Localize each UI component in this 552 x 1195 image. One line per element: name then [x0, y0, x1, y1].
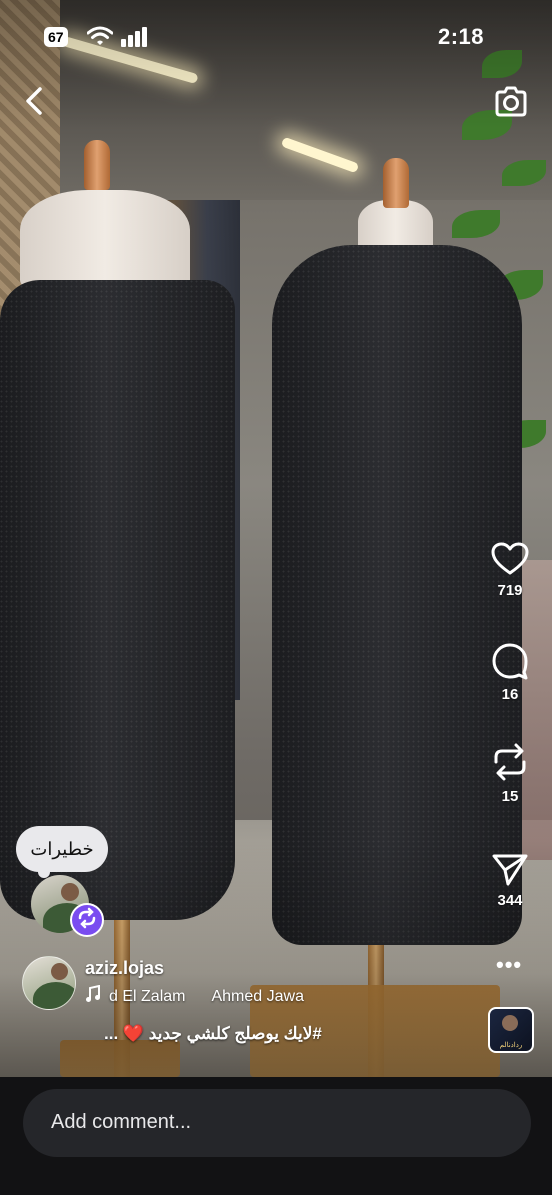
note-bubble[interactable]: خطيرات	[16, 826, 108, 878]
remix-icon	[78, 907, 96, 929]
comment-input[interactable]: Add comment...	[23, 1089, 531, 1157]
audio-artist: Ahmed Jawa	[211, 988, 304, 1005]
status-bar: 67 2:18	[0, 0, 552, 72]
heart-icon	[491, 542, 529, 575]
chevron-left-icon[interactable]	[20, 85, 50, 117]
like-count: 719	[497, 582, 523, 599]
cellular-signal-icon	[121, 27, 149, 47]
status-time: 2:18	[438, 24, 485, 49]
wifi-icon	[87, 26, 113, 45]
share-button[interactable]: 344	[488, 852, 532, 909]
battery-indicator: 67	[44, 27, 68, 47]
camera-icon[interactable]	[493, 84, 529, 120]
comment-count: 16	[501, 686, 519, 703]
repost-count: 15	[501, 788, 519, 805]
author-avatar[interactable]	[22, 956, 76, 1010]
audio-title: d El Zalam	[109, 988, 186, 1005]
music-note-icon	[86, 985, 100, 1002]
audio-ticker[interactable]: d El Zalam Ahmed Jawa	[85, 985, 320, 1007]
send-icon	[492, 854, 528, 886]
comment-bubble-icon	[492, 643, 528, 680]
comment-placeholder: Add comment...	[51, 1111, 192, 1133]
repost-button[interactable]: 15	[488, 742, 532, 805]
audio-thumbnail[interactable]: ردادنالم	[488, 1007, 534, 1053]
post-caption[interactable]: #لايك يوصلج كلشي جديد ❤️ ...	[104, 1024, 322, 1044]
comment-button[interactable]: 16	[488, 642, 532, 703]
share-count: 344	[497, 892, 523, 909]
audio-thumbnail-text: ردادنالم	[499, 1042, 523, 1049]
more-options-icon[interactable]: •••	[496, 952, 522, 978]
remix-badge	[70, 903, 104, 937]
author-username[interactable]: aziz.lojas	[85, 958, 164, 979]
audio-thumbnail-portrait	[502, 1015, 518, 1031]
repost-icon	[494, 743, 526, 781]
like-button[interactable]: 719	[488, 542, 532, 599]
